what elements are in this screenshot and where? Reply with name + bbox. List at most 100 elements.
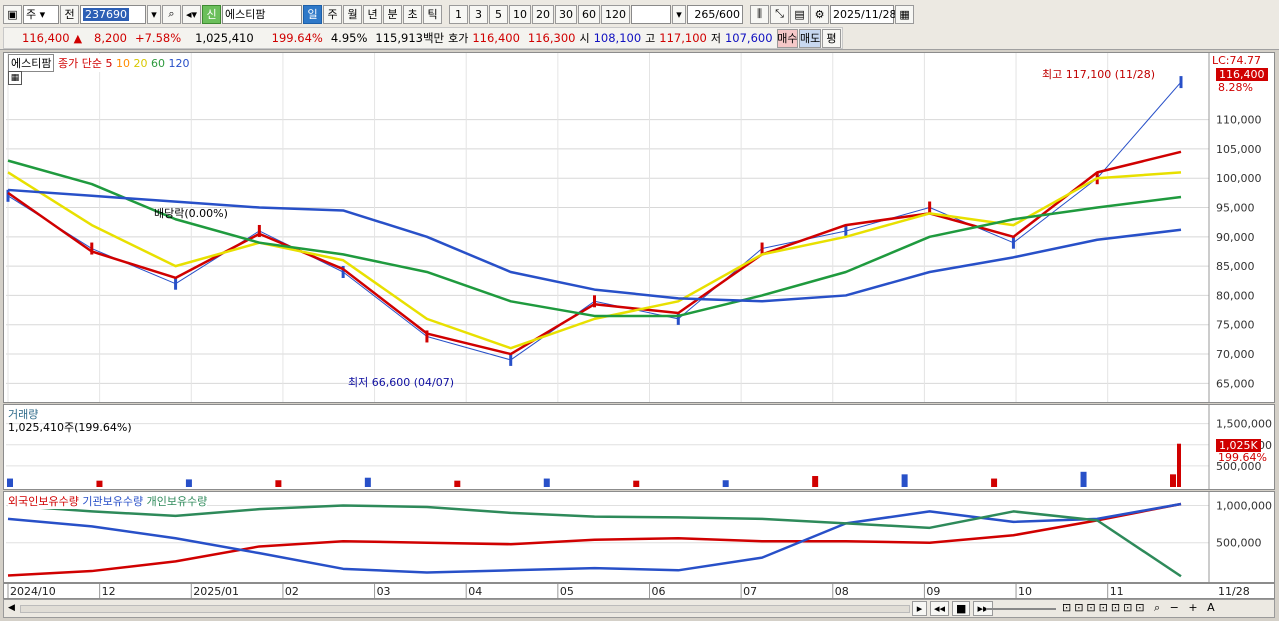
code-dropdown-icon[interactable]: ▾: [147, 4, 161, 24]
price-point: [928, 201, 932, 214]
y-tick-label: 1,500,000: [1216, 418, 1272, 431]
y-tick-label: 70,000: [1216, 348, 1255, 361]
interval-1[interactable]: 1: [449, 4, 469, 24]
volume-bar-last: [1177, 443, 1181, 487]
period-tab-tick[interactable]: 틱: [423, 4, 443, 24]
count-input[interactable]: 265/600: [687, 4, 744, 24]
scroll-left-icon[interactable]: ◀: [8, 603, 15, 613]
volume-bar: [1170, 474, 1176, 487]
prev-button[interactable]: 전: [60, 4, 79, 24]
volume-bar: [7, 478, 13, 487]
interval-120[interactable]: 120: [601, 4, 631, 24]
period-tab-day[interactable]: 일: [303, 4, 323, 24]
gear-icon[interactable]: ⚙: [810, 4, 830, 24]
next-icon[interactable]: ▸: [912, 601, 927, 616]
volume-bar: [543, 478, 550, 487]
x-tick-label: 12: [102, 585, 116, 598]
interval-3[interactable]: 3: [469, 4, 489, 24]
crosshair-icon[interactable]: ⤡: [770, 4, 790, 24]
volume-bar: [812, 476, 819, 487]
holders-chart-panel[interactable]: 500,000 1,000,000 외국인보유수량 기관보유수량 개인보유수량: [3, 491, 1275, 583]
y-tick-label: 105,000: [1216, 143, 1262, 156]
date-input[interactable]: 2025/11/28: [830, 4, 896, 24]
x-last-date: 11/28: [1218, 585, 1250, 598]
y-tick-label: 75,000: [1216, 319, 1255, 332]
x-tick-label: 02: [285, 585, 299, 598]
search-icon[interactable]: ⌕: [162, 4, 181, 24]
last-price-pct: 8.28%: [1218, 81, 1253, 94]
y-tick-label: 110,000: [1216, 114, 1262, 127]
price-chart: 65,000 70,000 75,000 80,000 85,000 90,000 95,0…: [6, 53, 1262, 402]
rewind-icon[interactable]: ◂◂: [930, 601, 950, 616]
x-axis: 2024/10 12 2025/01 02 03 04 05 06 07 08 09 10 11 11/2…: [7, 584, 1250, 598]
high-price: 117,100: [659, 31, 707, 45]
period-select[interactable]: 주 ▾: [23, 4, 59, 24]
x-tick-label: 06: [651, 585, 665, 598]
series-line-20: [7, 171, 1182, 350]
x-tick-label: 09: [926, 585, 940, 598]
y-tick-label: 90,000: [1216, 231, 1255, 244]
volume-chart-panel[interactable]: 500,0001,000,0001,500,000 거래량 1,025,410주…: [3, 404, 1275, 490]
candle-type-icon[interactable]: ⫼: [750, 4, 770, 24]
drawing-tools[interactable]: ⊡⊡⊡⊡⊡⊡⊡ ⌕ − + A: [1062, 601, 1218, 615]
ma20-label: 20: [133, 57, 148, 70]
bottom-controls: ◀ ▸ ◂◂ ■ ▸▸ ⊡⊡⊡⊡⊡⊡⊡ ⌕ − + A: [3, 599, 1275, 618]
turnover-rate: 4.95%: [330, 31, 368, 45]
volume-bar: [991, 478, 998, 487]
open-price: 108,100: [593, 31, 642, 45]
zoom-slider[interactable]: [986, 608, 1056, 610]
interval-10[interactable]: 10: [509, 4, 532, 24]
price-point: [6, 189, 10, 202]
ask-price: 116,400: [472, 31, 520, 45]
stop-icon[interactable]: ■: [952, 601, 971, 616]
x-tick-label: 10: [1018, 585, 1032, 598]
window-icon[interactable]: ▣: [3, 4, 22, 24]
horizontal-scrollbar[interactable]: [20, 605, 910, 613]
buy-button[interactable]: 매수: [776, 28, 799, 48]
legend-individual: 개인보유수량: [146, 495, 208, 508]
volume-bar: [1080, 471, 1087, 487]
legend-institution: 기관보유수량: [82, 495, 144, 508]
evaluate-button[interactable]: 평: [821, 28, 841, 48]
save-icon[interactable]: ▤: [790, 4, 810, 24]
period-tab-month[interactable]: 월: [343, 4, 363, 24]
x-tick-label: 03: [377, 585, 391, 598]
interval-5[interactable]: 5: [489, 4, 509, 24]
x-tick-label: 05: [560, 585, 574, 598]
volume-bar: [185, 479, 192, 487]
period-tab-year[interactable]: 년: [363, 4, 383, 24]
panel-menu-icon[interactable]: ▦: [8, 71, 22, 85]
volume-bar: [364, 477, 371, 487]
y-tick-label: 65,000: [1216, 377, 1255, 390]
last-price-box: 116,400: [1216, 68, 1268, 81]
low-price: 107,600: [724, 31, 773, 45]
volume-bar: [722, 480, 729, 487]
volume-bar: [96, 480, 103, 487]
stock-name-field[interactable]: 에스티팜: [222, 4, 303, 24]
interval-dropdown-icon[interactable]: ▾: [672, 4, 687, 24]
calendar-icon[interactable]: ▦: [895, 4, 915, 24]
custom-interval-input[interactable]: [631, 4, 672, 24]
interval-60[interactable]: 60: [578, 4, 601, 24]
high-label: 고: [645, 32, 656, 45]
speaker-icon[interactable]: ◂▾: [182, 4, 202, 24]
y-tick-label: 95,000: [1216, 202, 1255, 215]
legend-foreign: 외국인보유수량: [8, 495, 79, 508]
sell-button[interactable]: 매도: [799, 28, 821, 48]
x-tick-label: 2024/10: [10, 585, 56, 598]
price-chart-panel[interactable]: 65,000 70,000 75,000 80,000 85,000 90,000 95,0…: [3, 52, 1275, 403]
period-tab-minute[interactable]: 분: [383, 4, 403, 24]
volume-value: 1,025,410: [195, 31, 254, 45]
open-label: 시: [579, 32, 590, 45]
interval-30[interactable]: 30: [555, 4, 578, 24]
stock-code-input[interactable]: 237690: [80, 4, 146, 24]
interval-20[interactable]: 20: [532, 4, 555, 24]
volume-bar: [633, 480, 640, 487]
y-tick-label: 500,000: [1216, 537, 1262, 550]
price-point: [1179, 76, 1183, 89]
y-tick-label: 80,000: [1216, 289, 1255, 302]
period-tab-second[interactable]: 초: [403, 4, 423, 24]
x-tick-label: 07: [743, 585, 757, 598]
period-tab-week[interactable]: 주: [323, 4, 343, 24]
low-label: 저: [710, 32, 721, 45]
